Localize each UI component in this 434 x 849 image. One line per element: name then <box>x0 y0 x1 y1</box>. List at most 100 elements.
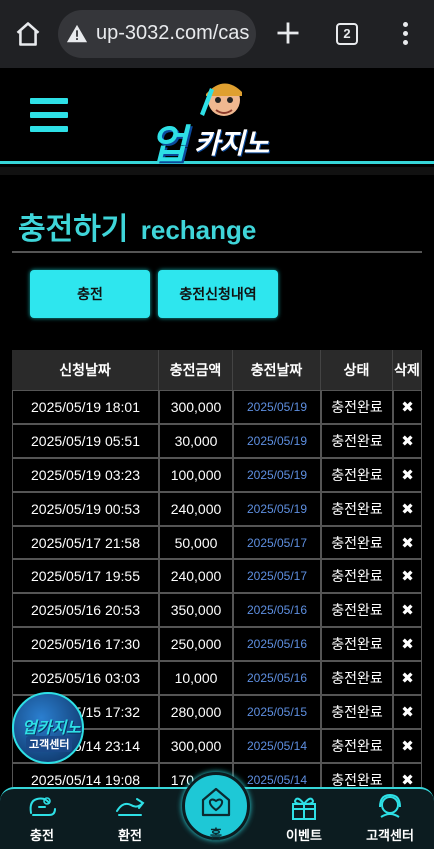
request-date-cell: 2025/05/19 05:51 <box>12 423 159 458</box>
charge-date-cell: 2025/05/19 <box>233 457 321 492</box>
logo-text-sub: 카지노 <box>194 128 269 159</box>
nav-exchange[interactable]: 환전 <box>90 793 170 849</box>
home-icon[interactable] <box>14 20 42 48</box>
request-date-cell: 2025/05/16 20:53 <box>12 593 159 628</box>
status-cell: 충전완료 <box>321 390 393 424</box>
amount-cell: 250,000 <box>159 627 233 662</box>
status-cell: 충전완료 <box>321 491 393 526</box>
table-row: 2025/05/16 17:30 250,000 2025/05/16 충전완료 ✖ <box>12 627 422 662</box>
delete-button[interactable]: ✖ <box>393 559 422 594</box>
floating-support-badge[interactable]: 업카지노 고객센터 <box>12 692 84 764</box>
delete-button[interactable]: ✖ <box>393 762 422 790</box>
nav-event[interactable]: 이벤트 <box>264 793 344 849</box>
delete-button[interactable]: ✖ <box>393 661 422 696</box>
amount-cell: 300,000 <box>159 390 233 424</box>
delete-button[interactable]: ✖ <box>393 695 422 729</box>
request-date-cell: 2025/05/16 17:30 <box>12 627 159 662</box>
page-title-en: rechange <box>140 215 257 245</box>
charge-date-cell: 2025/05/19 <box>233 423 321 458</box>
exchange-icon <box>116 798 145 816</box>
home-heart-icon <box>201 787 231 817</box>
site-header: 업 카지노 <box>0 68 434 167</box>
charge-date-cell: 2025/05/19 <box>233 491 321 526</box>
request-date-cell: 2025/05/17 21:58 <box>12 525 159 560</box>
amount-cell: 30,000 <box>159 423 233 458</box>
request-date-cell: 2025/05/16 03:03 <box>12 661 159 696</box>
page-title-ko: 충전하기 <box>18 213 129 246</box>
charge-history-button[interactable]: 충전신청내역 <box>158 270 278 318</box>
nav-charge[interactable]: 충전 <box>2 793 82 849</box>
nav-event-label: 이벤트 <box>286 828 322 843</box>
logo-text-main: 업 <box>150 123 187 167</box>
charge-date-cell: 2025/05/19 <box>233 390 321 424</box>
tab-switcher-button[interactable]: 2 <box>336 23 358 45</box>
status-cell: 충전완료 <box>321 457 393 492</box>
request-date-cell: 2025/05/19 03:23 <box>12 457 159 492</box>
status-cell: 충전완료 <box>321 593 393 628</box>
nav-charge-label: 충전 <box>30 828 54 843</box>
delete-button[interactable]: ✖ <box>393 627 422 662</box>
header-delete: 삭제 <box>393 350 422 390</box>
charge-date-cell: 2025/05/16 <box>233 627 321 662</box>
charge-date-cell: 2025/05/15 <box>233 695 321 729</box>
header-charge-date: 충전날짜 <box>233 350 321 390</box>
table-header-row: 신청날짜 충전금액 충전날짜 상태 삭제 <box>12 350 422 390</box>
delete-button[interactable]: ✖ <box>393 390 422 424</box>
table-row: 2025/05/17 21:58 50,000 2025/05/17 충전완료 ✖ <box>12 525 422 560</box>
status-cell: 충전완료 <box>321 559 393 594</box>
amount-cell: 50,000 <box>159 525 233 560</box>
amount-cell: 240,000 <box>159 559 233 594</box>
warning-icon <box>66 24 88 43</box>
header-status: 상태 <box>321 350 393 390</box>
table-row: 2025/05/17 19:55 240,000 2025/05/17 충전완료 ✖ <box>12 559 422 594</box>
status-cell: 충전완료 <box>321 728 393 763</box>
charge-date-cell: 2025/05/14 <box>233 728 321 763</box>
table-row: 2025/05/19 00:53 240,000 2025/05/19 충전완료 ✖ <box>12 491 422 526</box>
amount-cell: 350,000 <box>159 593 233 628</box>
address-bar[interactable]: up-3032.com/cas <box>58 10 256 58</box>
status-cell: 충전완료 <box>321 423 393 458</box>
amount-cell: 300,000 <box>159 728 233 763</box>
hamburger-menu-icon[interactable] <box>30 98 68 132</box>
delete-button[interactable]: ✖ <box>393 525 422 560</box>
header-request-date: 신청날짜 <box>12 350 159 390</box>
request-date-cell: 2025/05/17 19:55 <box>12 559 159 594</box>
nav-support[interactable]: 고객센터 <box>350 793 430 849</box>
charge-date-cell: 2025/05/17 <box>233 525 321 560</box>
nav-exchange-label: 환전 <box>118 828 142 843</box>
charge-button[interactable]: 충전 <box>30 270 150 318</box>
header-divider <box>0 167 434 175</box>
status-cell: 충전완료 <box>321 695 393 729</box>
page-title: 충전하기 rechange <box>18 204 256 248</box>
table-row: 2025/05/16 20:53 350,000 2025/05/16 충전완료 ✖ <box>12 593 422 628</box>
title-divider <box>12 251 422 253</box>
nav-home-label: 홈 <box>210 827 222 842</box>
amount-cell: 240,000 <box>159 491 233 526</box>
site-logo[interactable]: 업 카지노 <box>146 74 296 167</box>
delete-button[interactable]: ✖ <box>393 728 422 763</box>
request-date-cell: 2025/05/19 18:01 <box>12 390 159 424</box>
delete-button[interactable]: ✖ <box>393 423 422 458</box>
browser-toolbar: up-3032.com/cas 2 <box>0 0 434 68</box>
badge-text-sub: 고객센터 <box>26 736 73 752</box>
delete-button[interactable]: ✖ <box>393 457 422 492</box>
status-cell: 충전완료 <box>321 627 393 662</box>
delete-button[interactable]: ✖ <box>393 593 422 628</box>
nav-home[interactable]: 홈 <box>182 772 250 849</box>
status-cell: 충전완료 <box>321 762 393 790</box>
status-cell: 충전완료 <box>321 661 393 696</box>
status-cell: 충전완료 <box>321 525 393 560</box>
amount-cell: 280,000 <box>159 695 233 729</box>
header-amount: 충전금액 <box>159 350 233 390</box>
amount-cell: 10,000 <box>159 661 233 696</box>
table-row: 2025/05/19 18:01 300,000 2025/05/19 충전완료 ✖ <box>12 390 422 424</box>
table-row: 2025/05/19 03:23 100,000 2025/05/19 충전완료 ✖ <box>12 457 422 492</box>
overflow-menu-icon[interactable] <box>398 22 412 48</box>
gift-icon <box>292 797 316 820</box>
new-tab-icon[interactable] <box>274 19 302 47</box>
headset-icon <box>379 793 401 818</box>
charge-date-cell: 2025/05/16 <box>233 661 321 696</box>
badge-text-main: 업카지노 <box>22 720 81 737</box>
delete-button[interactable]: ✖ <box>393 491 422 526</box>
amount-cell: 100,000 <box>159 457 233 492</box>
